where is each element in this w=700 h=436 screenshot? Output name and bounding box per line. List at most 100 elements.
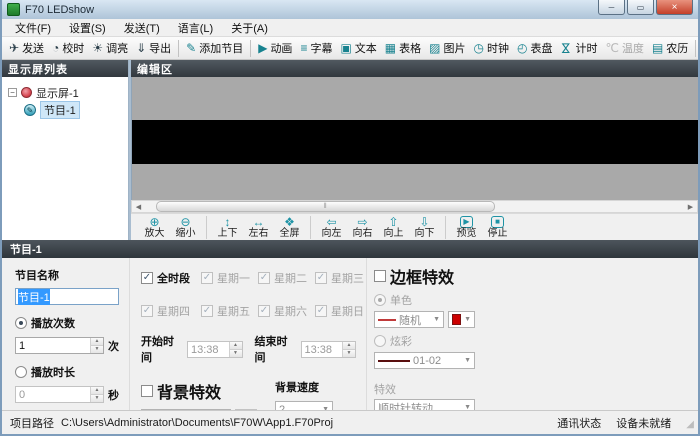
toolbar-table-button[interactable]: ▦表格 [381,38,425,58]
play-duration-radio[interactable] [15,366,27,378]
fit-width-button[interactable]: ↔左右 [243,216,274,239]
play-duration-stepper[interactable]: 0 ▲▼ [15,386,104,403]
weekday-checkbox-7: 星期日 [315,303,367,319]
spin-down-icon: ▼ [343,349,355,357]
move-right-icon: ⇨ [357,216,367,228]
program-icon: ✎ [24,104,36,116]
fit-width-label: 左右 [249,228,269,239]
collapse-icon[interactable]: − [8,88,17,97]
toolbar-picture-label: 图片 [443,40,465,56]
zoom-out-button[interactable]: ⊖缩小 [170,216,201,239]
control-separator [445,216,446,239]
table-icon: ▦ [385,42,396,54]
menu-language[interactable]: 语言(L) [169,18,222,38]
fit-screen-button[interactable]: ❖全屏 [274,216,305,239]
checkbox-unchecked-icon[interactable] [374,270,386,282]
checkbox-checked-icon[interactable] [141,272,153,284]
checkbox-unchecked-icon[interactable] [141,385,153,397]
move-down-button[interactable]: ⇩向下 [409,216,440,239]
zoom-in-button[interactable]: ⊕放大 [139,216,170,239]
toolbar-lunar-button[interactable]: ▤农历 [648,38,692,58]
all-day-checkbox[interactable]: 全时段 [141,270,201,286]
spin-down-icon: ▼ [230,349,242,357]
project-path-value: C:\Users\Administrator\Documents\F70W\Ap… [61,417,333,429]
minimize-icon: ─ [609,3,615,12]
view-control-bar: ⊕放大⊖缩小↕上下↔左右❖全屏⇦向左⇨向右⇧向上⇩向下▶预览■停止 [131,213,698,240]
menu-send[interactable]: 发送(T) [115,18,169,38]
move-up-icon: ⇧ [388,216,398,228]
bg-effect-checkbox[interactable]: 背景特效 [141,379,271,403]
play-count-stepper[interactable]: 1 ▲▼ [15,337,104,354]
fit-height-label: 上下 [218,228,238,239]
chevron-down-icon: ▼ [464,316,471,323]
export-icon: ⇓ [136,42,146,54]
play-count-radio[interactable] [15,317,27,329]
preview-button[interactable]: ▶预览 [451,216,482,239]
horizontal-scrollbar[interactable]: ◀ ⦀ ▶ [131,200,698,213]
close-button[interactable]: × [656,0,693,15]
menu-file[interactable]: 文件(F) [6,18,60,38]
menu-settings[interactable]: 设置(S) [60,18,115,38]
move-left-button[interactable]: ⇦向左 [316,216,347,239]
effect-value: 顺时针转动 [378,400,433,411]
toolbar-picture-button[interactable]: ▨图片 [425,38,469,58]
move-up-label: 向上 [384,228,404,239]
end-time-spin-buttons: ▲▼ [342,342,355,357]
toolbar-send-button[interactable]: ✈发送 [5,38,48,58]
colorful-radio-row: 炫彩 [374,333,475,349]
window-controls: ─ ▭× [596,0,693,15]
scrollbar-thumb[interactable]: ⦀ [156,201,496,212]
toolbar-text-button[interactable]: ▣文本 [336,38,380,58]
move-right-button[interactable]: ⇨向右 [347,216,378,239]
weekday-label: 星期六 [274,303,307,319]
weekday-label: 星期二 [274,270,307,286]
move-up-button[interactable]: ⇧向上 [378,216,409,239]
led-screen-preview[interactable] [132,120,698,164]
border-effect-checkbox[interactable]: 边框特效 [374,264,475,288]
tree-item-screen[interactable]: − 显示屏-1 [2,84,128,101]
edit-canvas[interactable] [131,77,698,200]
weekday-checkbox-2: 星期二 [258,270,315,286]
minimize-button[interactable]: ─ [598,0,625,15]
program-name-input[interactable]: 节目-1 [15,288,119,305]
stop-icon: ■ [491,216,504,228]
single-color-label: 单色 [390,292,412,308]
toolbar-dial-button[interactable]: ◴表盘 [513,38,556,58]
spin-down-icon[interactable]: ▼ [91,345,103,353]
fit-height-button[interactable]: ↕上下 [212,216,243,239]
time-sync-icon: ◔ [52,42,59,54]
effect-dropdown: 顺时针转动 ▼ [374,399,475,410]
toolbar-timer-button[interactable]: ⋈计时 [556,38,601,58]
maximize-button[interactable]: ▭ [627,0,654,15]
main-area: 显示屏列表 − 显示屏-1 ✎ 节目-1 编辑区 ◀ [2,60,698,240]
empty-area [485,258,698,410]
toolbar-temperature-label: 温度 [622,40,644,56]
toolbar-time-sync-button[interactable]: ◔校时 [48,38,88,58]
toolbar-brightness-label: 调亮 [106,40,128,56]
scroll-right-icon[interactable]: ▶ [684,203,697,211]
toolbar-export-button[interactable]: ⇓导出 [132,38,175,58]
play-count-radio-row[interactable]: 播放次数 [15,315,119,331]
screen-label: 显示屏-1 [36,85,79,101]
bg-effect-label: 背景特效 [157,379,221,403]
tree-item-program[interactable]: ✎ 节目-1 [2,101,128,118]
spin-up-icon[interactable]: ▲ [91,338,103,345]
menu-about[interactable]: 关于(A) [222,18,277,38]
toolbar-marquee-label: 字幕 [310,40,332,56]
toolbar-marquee-button[interactable]: ≡字幕 [296,38,336,58]
toolbar-animation-button[interactable]: ▶动画 [254,38,296,58]
play-duration-radio-row[interactable]: 播放时长 [15,364,119,380]
resize-grip-icon[interactable]: ◢ [686,419,694,431]
stop-button[interactable]: ■停止 [482,216,513,239]
play-count-spin-buttons[interactable]: ▲▼ [90,338,103,353]
toolbar-clock-button[interactable]: ◷时钟 [469,38,512,58]
play-count-label: 播放次数 [31,315,75,331]
brightness-icon: ☀ [92,42,103,54]
toolbar-add-program-button[interactable]: ✎添加节目 [182,38,247,58]
toolbar-separator [178,40,179,57]
program-name-value: 节目-1 [18,289,50,305]
toolbar-brightness-button[interactable]: ☀调亮 [88,38,132,58]
scrollbar-track[interactable]: ⦀ [145,201,684,212]
weekday-checkbox-5: 星期五 [201,303,258,319]
scroll-left-icon[interactable]: ◀ [132,203,145,211]
